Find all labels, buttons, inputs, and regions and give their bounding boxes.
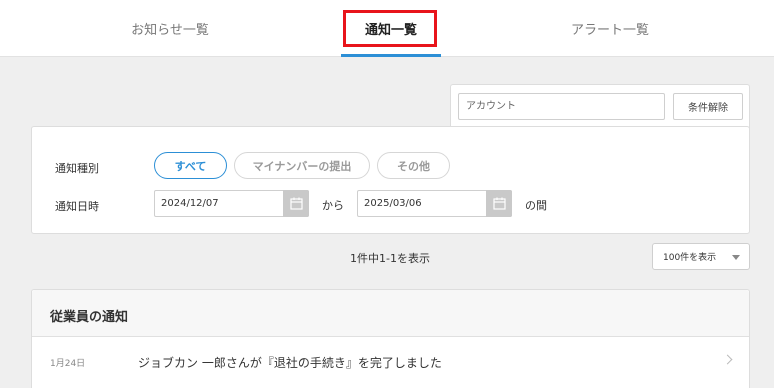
tab-announcements[interactable]: お知らせ一覧	[100, 0, 240, 57]
between-word: の間	[525, 199, 547, 212]
notification-text: ジョブカン 一郎さんが『退社の手続き』を完了しました	[138, 356, 442, 370]
calendar-icon[interactable]	[283, 190, 309, 217]
chevron-right-icon	[722, 354, 733, 365]
per-page-value: 100件を表示	[663, 253, 717, 263]
clear-conditions-button[interactable]: 条件解除	[673, 93, 743, 120]
list-item[interactable]: 1月24日 ジョブカン 一郎さんが『退社の手続き』を完了しました	[32, 338, 749, 388]
tab-announcements-label: お知らせ一覧	[131, 23, 209, 38]
card-header: 従業員の通知	[32, 290, 749, 337]
type-filter-other[interactable]: その他	[377, 152, 450, 179]
from-word: から	[322, 199, 344, 212]
notification-date-label: 通知日時	[55, 200, 99, 213]
calendar-icon[interactable]	[486, 190, 512, 217]
employee-notifications-card: 従業員の通知 1月24日 ジョブカン 一郎さんが『退社の手続き』を完了しました	[31, 289, 750, 388]
account-input[interactable]	[458, 93, 665, 120]
active-tab-indicator	[341, 54, 441, 57]
notification-date: 1月24日	[50, 359, 86, 369]
section-title: 従業員の通知	[50, 310, 129, 325]
filter-panel: 通知種別 すべて マイナンバーの提出 その他 通知日時 2024/12/07 か…	[31, 126, 750, 234]
per-page-select[interactable]: 100件を表示	[652, 243, 750, 270]
type-filter-mynumber[interactable]: マイナンバーの提出	[234, 152, 370, 179]
tab-bar: お知らせ一覧 通知一覧 アラート一覧	[0, 0, 774, 57]
notification-type-label: 通知種別	[55, 162, 99, 175]
type-filter-all[interactable]: すべて	[154, 152, 227, 179]
account-filter-panel: 条件解除	[450, 84, 750, 129]
tab-notifications[interactable]: 通知一覧	[330, 0, 452, 57]
tab-notifications-label: 通知一覧	[364, 23, 417, 38]
tab-alerts-label: アラート一覧	[570, 23, 649, 38]
caret-down-icon	[732, 255, 740, 260]
tab-alerts[interactable]: アラート一覧	[540, 0, 680, 57]
